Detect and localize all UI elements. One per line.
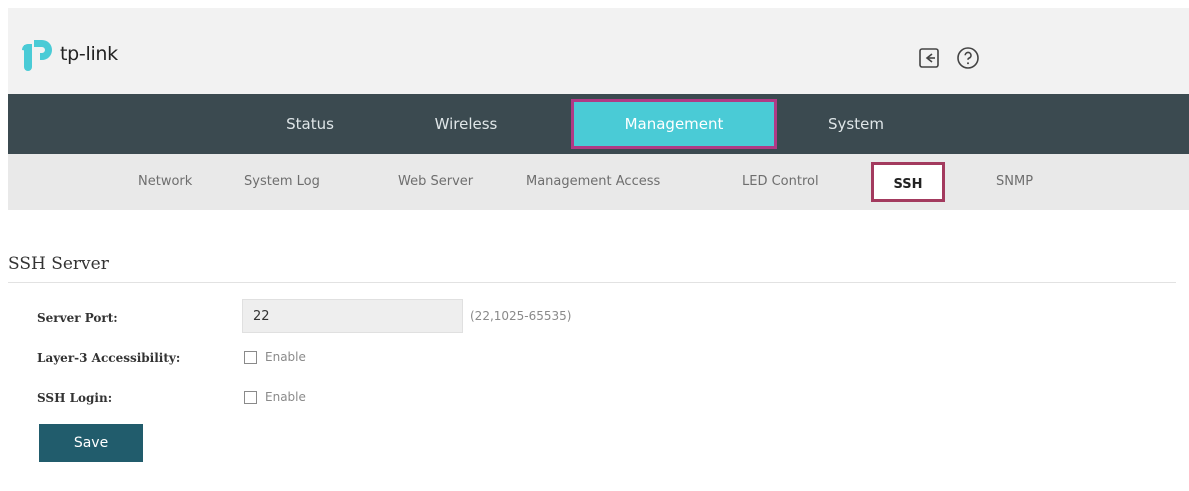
layer3-enable-label: Enable (265, 350, 306, 364)
subtab-management-access[interactable]: Management Access (526, 154, 660, 210)
logo-text: tp-link (60, 43, 118, 65)
tab-system[interactable]: System (816, 94, 896, 154)
subtab-led-control[interactable]: LED Control (742, 154, 819, 210)
tp-link-logo: tp-link (20, 36, 118, 72)
ssh-login-label: SSH Login: (37, 391, 113, 405)
save-button[interactable]: Save (39, 424, 143, 462)
tab-wireless[interactable]: Wireless (412, 94, 520, 154)
subtab-snmp[interactable]: SNMP (996, 154, 1033, 210)
sub-navigation: Network System Log Web Server Management… (8, 154, 1189, 210)
ssh-login-enable-row: Enable (244, 390, 306, 404)
server-port-input[interactable] (242, 299, 463, 333)
logout-icon[interactable] (917, 46, 941, 70)
server-port-hint: (22,1025-65535) (470, 309, 572, 323)
ssh-login-enable-label: Enable (265, 390, 306, 404)
tp-link-logo-icon (22, 40, 52, 71)
tab-status[interactable]: Status (270, 94, 350, 154)
section-title: SSH Server (8, 254, 109, 274)
subtab-system-log[interactable]: System Log (244, 154, 320, 210)
ssh-login-enable-checkbox[interactable] (244, 390, 257, 404)
subtab-network[interactable]: Network (138, 154, 192, 210)
header-bar: tp-link (8, 8, 1189, 94)
server-port-label: Server Port: (37, 311, 118, 325)
top-navigation: Status Wireless Management System (8, 94, 1189, 154)
layer3-accessibility-label: Layer-3 Accessibility: (37, 351, 181, 365)
layer3-enable-checkbox[interactable] (244, 350, 257, 364)
subtab-ssh[interactable]: SSH (871, 162, 945, 202)
section-divider (8, 282, 1176, 283)
tab-management[interactable]: Management (571, 99, 777, 149)
subtab-web-server[interactable]: Web Server (398, 154, 473, 210)
page: tp-link Status Wireless Management Syste… (8, 8, 1189, 491)
layer3-enable-row: Enable (244, 350, 306, 364)
help-icon[interactable] (956, 46, 980, 70)
